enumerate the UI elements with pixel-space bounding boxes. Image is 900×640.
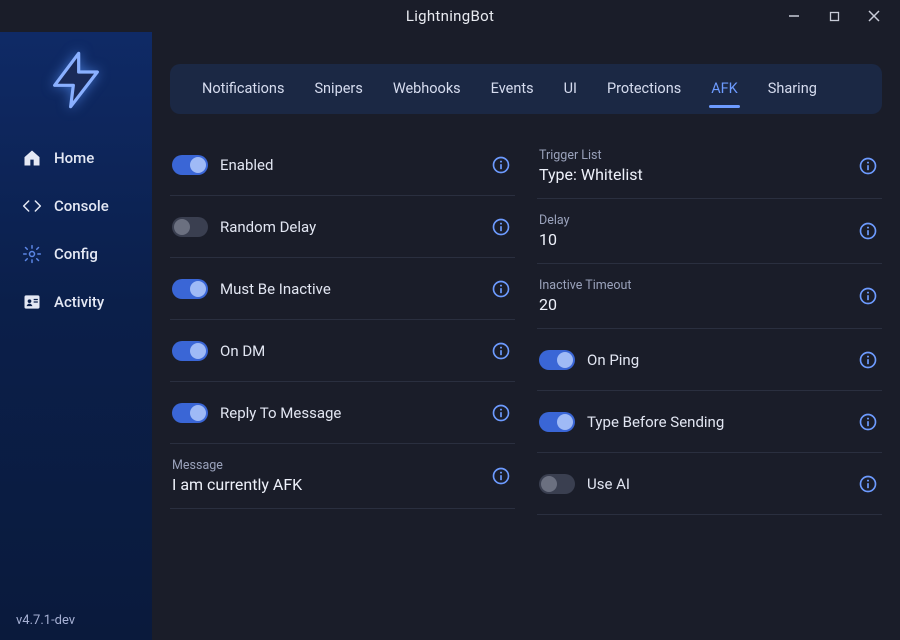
window-controls — [774, 0, 894, 32]
config-tabs: NotificationsSnipersWebhooksEventsUIProt… — [170, 64, 882, 114]
minimize-icon — [788, 10, 800, 22]
setting-row-on_dm: On DM — [170, 320, 515, 382]
setting-label: Reply To Message — [220, 404, 341, 422]
info-icon[interactable] — [489, 401, 513, 425]
sidebar-nav: Home Console Config Activity — [0, 128, 152, 332]
tab-events[interactable]: Events — [477, 64, 548, 114]
lightning-icon — [44, 48, 108, 112]
main-pane: NotificationsSnipersWebhooksEventsUIProt… — [152, 32, 900, 640]
setting-value: 10 — [539, 230, 844, 249]
setting-label: On Ping — [587, 351, 639, 369]
toggle-type_before_sending[interactable] — [539, 412, 575, 432]
info-icon[interactable] — [856, 348, 880, 372]
sidebar-item-label: Console — [54, 197, 109, 215]
setting-row-enabled: Enabled — [170, 134, 515, 196]
setting-key: Trigger List — [539, 148, 844, 163]
info-icon[interactable] — [856, 154, 880, 178]
toggle-on_ping[interactable] — [539, 350, 575, 370]
setting-value: Type: Whitelist — [539, 165, 844, 184]
titlebar: LightningBot — [0, 0, 900, 32]
settings-grid: Enabled Random Delay Must Be Inactive On DM… — [170, 134, 882, 515]
setting-label: On DM — [220, 342, 265, 360]
toggle-reply_to_message[interactable] — [172, 403, 208, 423]
maximize-icon — [829, 11, 840, 22]
info-icon[interactable] — [489, 277, 513, 301]
tab-sharing[interactable]: Sharing — [754, 64, 831, 114]
toggle-use_ai[interactable] — [539, 474, 575, 494]
profile-icon — [22, 292, 42, 312]
sidebar-item-activity[interactable]: Activity — [0, 278, 152, 326]
sidebar-item-label: Config — [54, 245, 98, 263]
sidebar-item-label: Activity — [54, 293, 104, 311]
window-maximize-button[interactable] — [814, 1, 854, 31]
tab-webhooks[interactable]: Webhooks — [379, 64, 475, 114]
setting-kv-message[interactable]: Message I am currently AFK — [172, 458, 477, 494]
setting-value: 20 — [539, 295, 844, 314]
setting-row-on_ping: On Ping — [537, 329, 882, 391]
code-icon — [22, 196, 42, 216]
info-icon[interactable] — [489, 464, 513, 488]
setting-row-trigger_list: Trigger List Type: Whitelist — [537, 134, 882, 199]
settings-col-left: Enabled Random Delay Must Be Inactive On DM… — [170, 134, 515, 515]
setting-row-message: Message I am currently AFK — [170, 444, 515, 509]
info-icon[interactable] — [856, 410, 880, 434]
setting-kv-trigger_list[interactable]: Trigger List Type: Whitelist — [539, 148, 844, 184]
tab-notifications[interactable]: Notifications — [188, 64, 298, 114]
setting-row-use_ai: Use AI — [537, 453, 882, 515]
gear-icon — [22, 244, 42, 264]
tab-ui[interactable]: UI — [550, 64, 591, 114]
settings-col-right: Trigger List Type: Whitelist Delay 10 Inacti… — [537, 134, 882, 515]
setting-label: Random Delay — [220, 218, 316, 236]
setting-key: Delay — [539, 213, 844, 228]
info-icon[interactable] — [856, 284, 880, 308]
setting-row-inactive_timeout: Inactive Timeout 20 — [537, 264, 882, 329]
info-icon[interactable] — [489, 215, 513, 239]
info-icon[interactable] — [856, 472, 880, 496]
toggle-enabled[interactable] — [172, 155, 208, 175]
setting-row-delay: Delay 10 — [537, 199, 882, 264]
setting-key: Message — [172, 458, 477, 473]
version-label: v4.7.1-dev — [0, 601, 152, 640]
sidebar: Home Console Config Activity v4.7.1-dev — [0, 32, 152, 640]
setting-label: Type Before Sending — [587, 413, 724, 431]
setting-row-type_before_sending: Type Before Sending — [537, 391, 882, 453]
sidebar-item-config[interactable]: Config — [0, 230, 152, 278]
setting-value: I am currently AFK — [172, 475, 477, 494]
sidebar-item-home[interactable]: Home — [0, 134, 152, 182]
tab-afk[interactable]: AFK — [697, 64, 752, 114]
sidebar-item-console[interactable]: Console — [0, 182, 152, 230]
app-logo — [0, 32, 152, 128]
window-close-button[interactable] — [854, 1, 894, 31]
setting-kv-inactive_timeout[interactable]: Inactive Timeout 20 — [539, 278, 844, 314]
window-minimize-button[interactable] — [774, 1, 814, 31]
toggle-on_dm[interactable] — [172, 341, 208, 361]
setting-label: Use AI — [587, 475, 630, 493]
setting-row-must_be_inactive: Must Be Inactive — [170, 258, 515, 320]
setting-row-reply_to_message: Reply To Message — [170, 382, 515, 444]
toggle-random_delay[interactable] — [172, 217, 208, 237]
tab-protections[interactable]: Protections — [593, 64, 695, 114]
toggle-must_be_inactive[interactable] — [172, 279, 208, 299]
setting-label: Enabled — [220, 156, 273, 174]
setting-key: Inactive Timeout — [539, 278, 844, 293]
setting-row-random_delay: Random Delay — [170, 196, 515, 258]
home-icon — [22, 148, 42, 168]
tab-snipers[interactable]: Snipers — [300, 64, 376, 114]
info-icon[interactable] — [489, 339, 513, 363]
info-icon[interactable] — [856, 219, 880, 243]
setting-kv-delay[interactable]: Delay 10 — [539, 213, 844, 249]
info-icon[interactable] — [489, 153, 513, 177]
app-title: LightningBot — [406, 7, 494, 25]
close-icon — [868, 10, 880, 22]
setting-label: Must Be Inactive — [220, 280, 331, 298]
sidebar-item-label: Home — [54, 149, 94, 167]
